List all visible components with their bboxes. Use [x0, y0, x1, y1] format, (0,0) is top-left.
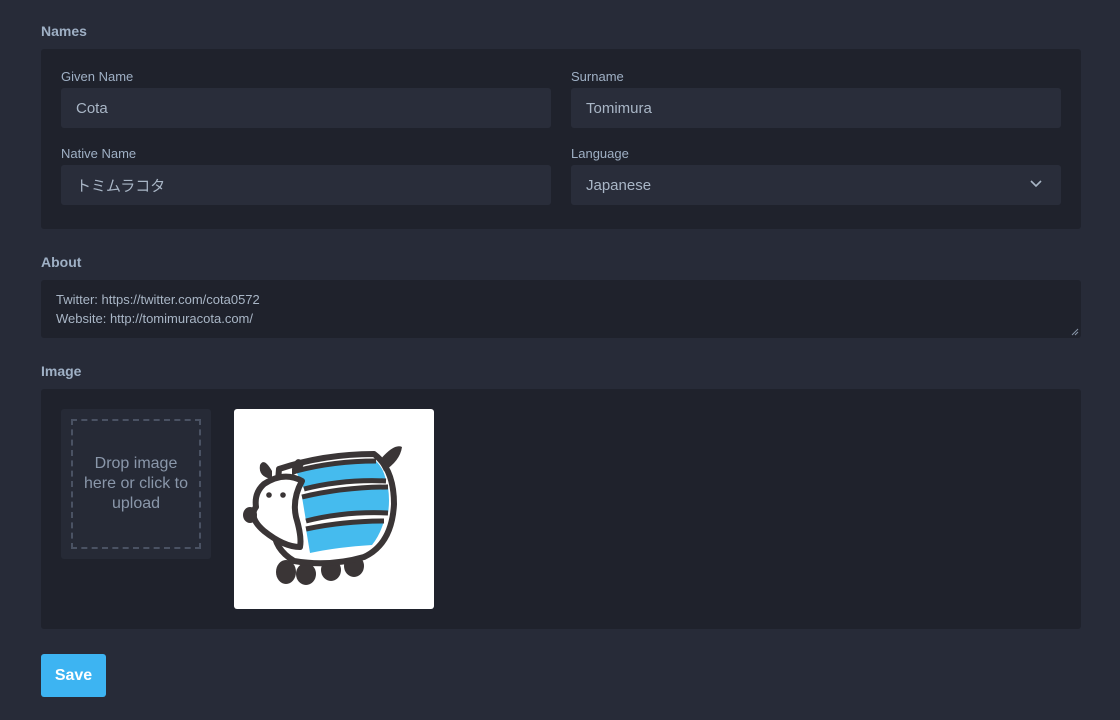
- native-name-input[interactable]: トミムラコタ: [61, 165, 551, 205]
- language-select[interactable]: Japanese: [571, 165, 1061, 205]
- about-line-twitter: Twitter: https://twitter.com/cota0572: [56, 292, 260, 307]
- about-textarea[interactable]: Twitter: https://twitter.com/cota0572 We…: [41, 280, 1081, 338]
- dog-illustration: [243, 446, 402, 585]
- about-section-title: About: [41, 254, 82, 270]
- names-section-title: Names: [41, 23, 87, 39]
- save-button[interactable]: Save: [41, 654, 106, 697]
- resize-handle-icon[interactable]: [1071, 328, 1079, 336]
- chevron-down-icon: [1030, 180, 1042, 188]
- surname-value: Tomimura: [586, 99, 652, 117]
- given-name-label: Given Name: [61, 69, 134, 84]
- native-name-label: Native Name: [61, 146, 137, 161]
- native-name-value: トミムラコタ: [76, 177, 166, 195]
- image-preview: [234, 409, 434, 609]
- image-panel: Drop image here or click to upload: [41, 389, 1081, 629]
- image-dropzone[interactable]: Drop image here or click to upload: [61, 409, 211, 559]
- surname-label: Surname: [571, 69, 624, 84]
- given-name-value: Cota: [76, 99, 108, 117]
- surname-input[interactable]: Tomimura: [571, 88, 1061, 128]
- language-value: Japanese: [586, 176, 652, 194]
- about-line-website: Website: http://tomimuracota.com/: [56, 311, 253, 326]
- language-label: Language: [571, 146, 629, 161]
- image-section-title: Image: [41, 363, 82, 379]
- names-panel: Given Name Cota Surname Tomimura Native …: [41, 49, 1081, 229]
- given-name-input[interactable]: Cota: [61, 88, 551, 128]
- dropzone-text: Drop image here or click to upload: [71, 419, 201, 549]
